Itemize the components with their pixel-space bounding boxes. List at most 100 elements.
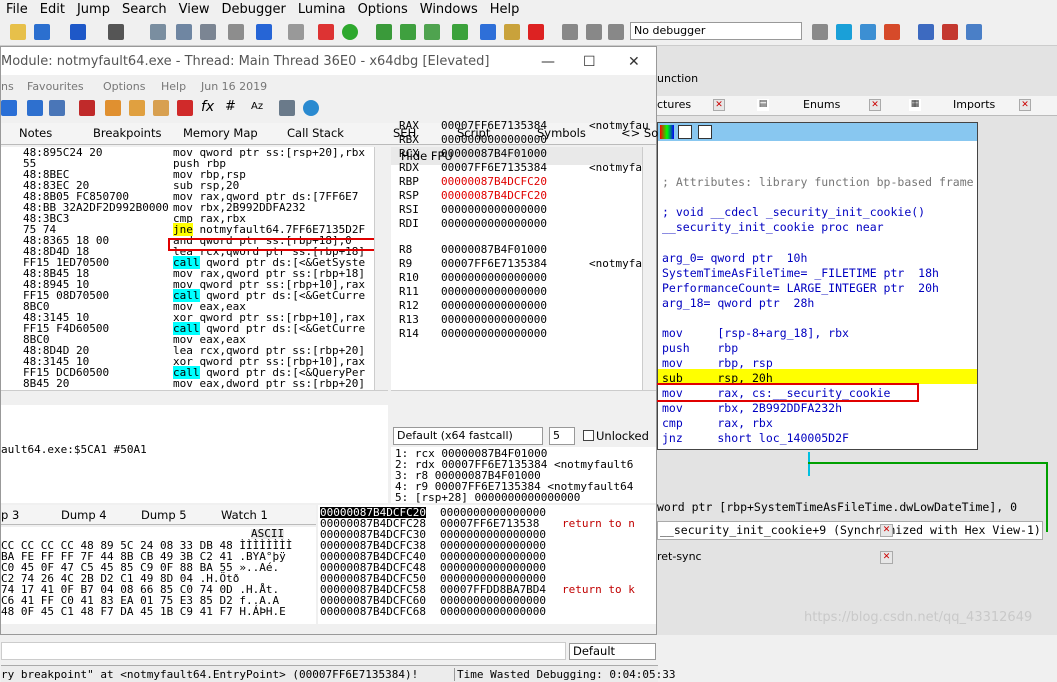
- register-value[interactable]: 0000000000000000: [441, 313, 547, 326]
- trace-icon[interactable]: [1, 100, 17, 116]
- pin-icon[interactable]: [942, 24, 958, 40]
- search-text-icon[interactable]: [176, 24, 192, 40]
- tab-enums[interactable]: Enums: [803, 98, 840, 111]
- globe-icon[interactable]: [303, 100, 319, 116]
- make-array-icon[interactable]: [452, 24, 468, 40]
- font-icon[interactable]: Az: [251, 101, 263, 112]
- comment-icon[interactable]: [129, 100, 145, 116]
- patch-icon[interactable]: [288, 24, 304, 40]
- tab-memory-map[interactable]: Memory Map: [183, 126, 258, 140]
- stack-pane[interactable]: 00000087B4DCFC20 0000000000000000 00000087…: [318, 505, 656, 624]
- close-icon[interactable]: ✕: [1019, 99, 1031, 111]
- tab-notes[interactable]: Notes: [19, 126, 52, 140]
- sync-icon[interactable]: [836, 24, 852, 40]
- registers-pane[interactable]: Hide FPU RAX 00007FF6E7135384 <notmyfau RBX…: [391, 119, 656, 402]
- down-arrow-icon[interactable]: [256, 24, 272, 40]
- cpu-scrollbar[interactable]: [374, 147, 388, 402]
- struct-icon[interactable]: [480, 24, 496, 40]
- menu-item[interactable]: Jump: [71, 2, 116, 17]
- menu-favourites[interactable]: Favourites: [27, 80, 84, 93]
- tab-breakpoints[interactable]: Breakpoints: [93, 126, 161, 140]
- make-ascii-icon[interactable]: [424, 24, 440, 40]
- menu-item[interactable]: File: [0, 2, 34, 17]
- binoculars-icon[interactable]: [150, 24, 166, 40]
- command-input[interactable]: [1, 642, 566, 660]
- highlight-icon[interactable]: [79, 100, 95, 116]
- menu-help[interactable]: Help: [161, 80, 186, 93]
- register-value[interactable]: 00000087B4F01000: [441, 147, 547, 160]
- arg-count-spinner[interactable]: 5: [549, 427, 575, 445]
- register-value[interactable]: 00000087B4DCFC20: [441, 189, 547, 202]
- run-icon[interactable]: [562, 24, 578, 40]
- tab-dump[interactable]: Dump 5: [141, 508, 187, 522]
- register-value[interactable]: 0000000000000000: [441, 133, 547, 146]
- menu-options[interactable]: Options: [103, 80, 145, 93]
- layout-icon[interactable]: [966, 24, 982, 40]
- menu-item[interactable]: Help: [484, 2, 526, 17]
- register-value[interactable]: 00007FF6E7135384: [441, 161, 547, 174]
- graph-icon[interactable]: [678, 125, 692, 139]
- hash-icon[interactable]: #: [225, 99, 236, 114]
- function-icon[interactable]: fx: [201, 99, 214, 115]
- debugger-select[interactable]: No debugger: [630, 22, 802, 40]
- register-value[interactable]: 0000000000000000: [441, 299, 547, 312]
- menu-item[interactable]: Edit: [34, 2, 71, 17]
- regs-scrollbar[interactable]: [642, 147, 656, 402]
- cpu-hscrollbar[interactable]: [1, 390, 388, 402]
- close-icon[interactable]: ✕: [880, 551, 893, 564]
- close-icon[interactable]: ✕: [880, 524, 893, 537]
- search-next-icon[interactable]: [228, 24, 244, 40]
- register-value[interactable]: 00000087B4F01000: [441, 243, 547, 256]
- menu-item[interactable]: View: [173, 2, 216, 17]
- stack-address[interactable]: 00000087B4DCFC68: [320, 606, 426, 617]
- tab-imports[interactable]: Imports: [953, 98, 995, 111]
- unlocked-checkbox[interactable]: [583, 430, 594, 441]
- tab-call-stack[interactable]: Call Stack: [287, 126, 344, 140]
- close-icon[interactable]: ✕: [713, 99, 725, 111]
- group-icon[interactable]: [698, 125, 712, 139]
- tab-dump[interactable]: p 3: [1, 508, 19, 522]
- dump-pane[interactable]: ASCII CC CC CC CC 48 89 5C 24 08 33 DB 4…: [1, 527, 316, 624]
- pause-icon[interactable]: [586, 24, 602, 40]
- attach-icon[interactable]: [812, 24, 828, 40]
- label-icon[interactable]: [153, 100, 169, 116]
- menu-item[interactable]: Lumina: [292, 2, 352, 17]
- stop-icon[interactable]: [608, 24, 624, 40]
- register-value[interactable]: 0000000000000000: [441, 217, 547, 230]
- callconv-select[interactable]: Default (x64 fastcall): [393, 427, 543, 445]
- register-value[interactable]: 00007FF6E7135384: [441, 119, 547, 132]
- menu-item[interactable]: Search: [116, 2, 173, 17]
- list-icon[interactable]: [918, 24, 934, 40]
- save-icon[interactable]: [34, 24, 50, 40]
- back-arrow-icon[interactable]: [70, 24, 86, 40]
- cpu-disassembly[interactable]: 48:895C24 20 mov qword ptr ss:[rsp+20],rb…: [1, 147, 388, 402]
- plugin-icon[interactable]: [884, 24, 900, 40]
- open-icon[interactable]: [10, 24, 26, 40]
- menu-item[interactable]: Windows: [414, 2, 484, 17]
- patch-icon[interactable]: [105, 100, 121, 116]
- close-icon[interactable]: ✕: [628, 54, 640, 70]
- register-value[interactable]: 00007FF6E7135384: [441, 257, 547, 270]
- make-code-icon[interactable]: [376, 24, 392, 40]
- stack-value[interactable]: 0000000000000000: [440, 606, 546, 617]
- dump-row[interactable]: 48 0F 45 C1 48 F7 DA 45 1B C9 41 F7 H.ÁÞ…: [1, 606, 286, 617]
- regs-hscrollbar[interactable]: [391, 390, 656, 402]
- calculator-icon[interactable]: [279, 100, 295, 116]
- forward-arrow-icon[interactable]: [108, 24, 124, 40]
- warning-icon[interactable]: [318, 24, 334, 40]
- bookmark-icon[interactable]: [177, 100, 193, 116]
- edit-icon[interactable]: [504, 24, 520, 40]
- register-value[interactable]: 0000000000000000: [441, 285, 547, 298]
- cpu-row[interactable]: 8B45 20 mov eax,dword ptr ss:[rbp+20]: [1, 378, 388, 389]
- close-icon[interactable]: ✕: [869, 99, 881, 111]
- register-value[interactable]: 0000000000000000: [441, 203, 547, 216]
- tab-structures[interactable]: ctures: [657, 98, 691, 111]
- arguments-pane[interactable]: 1: rcx 00000087B4F01000 2: rdx 00007FF6E7…: [391, 447, 656, 504]
- debug-icon[interactable]: [860, 24, 876, 40]
- minimize-icon[interactable]: —: [541, 54, 555, 70]
- step-up-icon[interactable]: [27, 100, 43, 116]
- register-value[interactable]: 00000087B4DCFC20: [441, 175, 547, 188]
- command-type-select[interactable]: Default: [569, 643, 656, 660]
- menu-item[interactable]: Options: [352, 2, 414, 17]
- color-icon[interactable]: [660, 125, 674, 139]
